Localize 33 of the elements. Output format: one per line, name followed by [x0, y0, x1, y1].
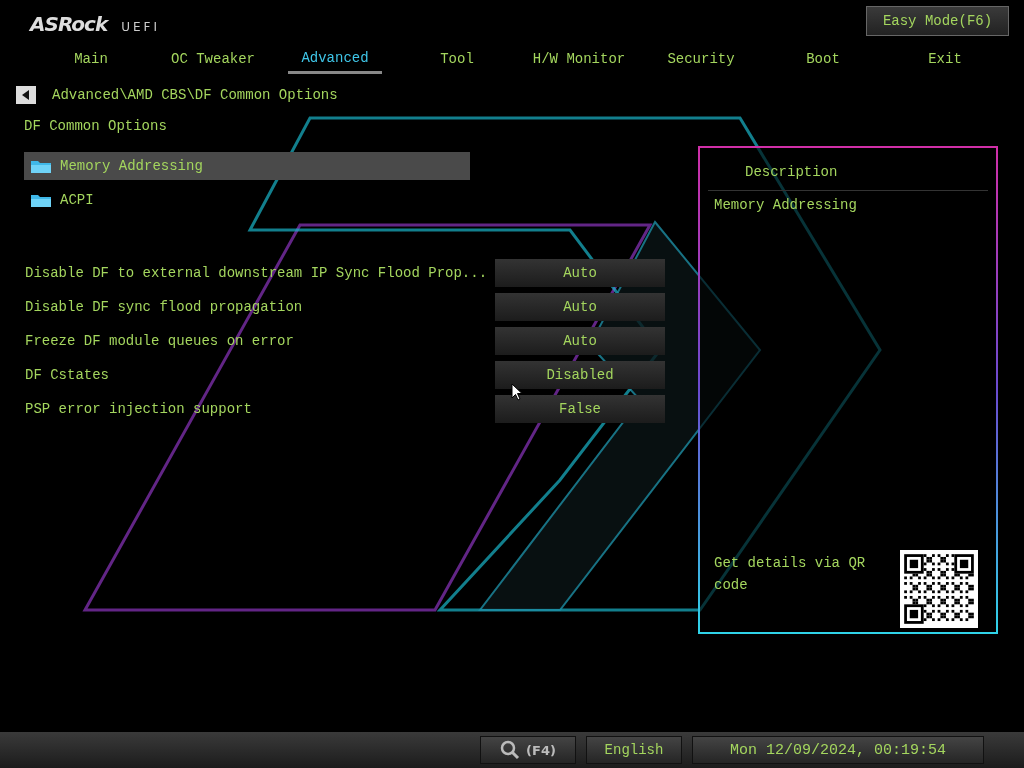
- menu-tab[interactable]: Advanced: [288, 44, 382, 74]
- page-title: DF Common Options: [24, 117, 168, 136]
- back-arrow-icon: [22, 90, 30, 100]
- menu-tab[interactable]: H/W Monitor: [518, 44, 640, 74]
- setting-value-button[interactable]: Disabled: [495, 361, 665, 389]
- back-button[interactable]: [16, 86, 36, 104]
- menu-tab[interactable]: Security: [640, 44, 762, 74]
- setting-label: DF Cstates: [25, 367, 110, 383]
- submenu-item[interactable]: ACPI: [24, 186, 470, 214]
- setting-value-button[interactable]: Auto: [495, 327, 665, 355]
- folder-icon: [30, 192, 52, 208]
- menu-tab[interactable]: Exit: [884, 44, 1006, 74]
- qr-hint-text: Get details via QR code: [714, 554, 867, 595]
- setting-value-button[interactable]: False: [495, 395, 665, 423]
- description-title: Description: [708, 148, 988, 191]
- breadcrumb-path: Advanced\AMD CBS\DF Common Options: [52, 87, 338, 103]
- menu-tab[interactable]: Tool: [396, 44, 518, 74]
- menu-tab[interactable]: OC Tweaker: [152, 44, 274, 74]
- menu-tab[interactable]: Boot: [762, 44, 884, 74]
- folder-icon: [30, 158, 52, 174]
- easy-mode-button[interactable]: Easy Mode(F6): [866, 6, 1009, 36]
- description-text: Memory Addressing: [713, 196, 858, 215]
- search-button[interactable]: (F4): [480, 736, 576, 764]
- uefi-label: UEFI: [121, 20, 160, 34]
- date-time: Mon 12/09/2024, 00:19:54: [692, 736, 984, 764]
- setting-value-button[interactable]: Auto: [495, 293, 665, 321]
- setting-value-button[interactable]: Auto: [495, 259, 665, 287]
- mouse-pointer-icon: [511, 383, 523, 401]
- submenu-item[interactable]: Memory Addressing: [24, 152, 470, 180]
- brand-logo: ASRock: [30, 12, 108, 36]
- language-button[interactable]: English: [586, 736, 682, 764]
- search-icon: [500, 740, 521, 760]
- menu-tab[interactable]: Main: [30, 44, 152, 74]
